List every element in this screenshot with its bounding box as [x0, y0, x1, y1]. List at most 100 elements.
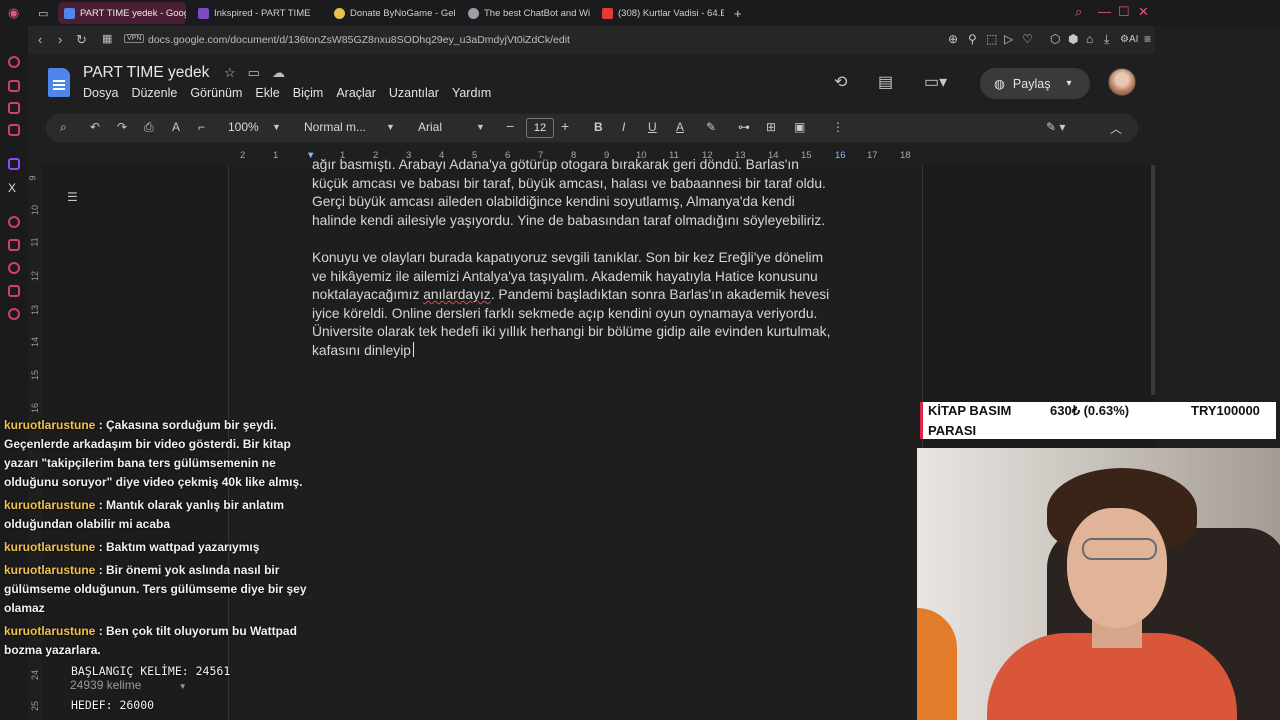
share-label: Paylaş	[1012, 76, 1051, 91]
share-button[interactable]: ◍ Paylaş ▾	[980, 68, 1090, 99]
document-title[interactable]: PART TIME yedek	[83, 64, 209, 82]
tab-youtube[interactable]: (308) Kurtlar Vadisi - 64.B	[596, 2, 724, 24]
maximize-icon[interactable]: ☐	[1118, 4, 1130, 20]
ai-button[interactable]: ⚙AI	[1120, 34, 1138, 45]
undo-icon[interactable]: ↶	[90, 120, 100, 134]
zoom-select[interactable]: 100%	[228, 120, 259, 134]
tab-menu-icon[interactable]: ◉	[2, 2, 25, 24]
chevron-down-icon[interactable]: ▼	[386, 122, 395, 132]
text-color-icon[interactable]: A	[676, 120, 684, 134]
close-window-icon[interactable]: ✕	[1138, 4, 1149, 20]
donation-goal: TRY100000	[1191, 403, 1260, 418]
aria-icon[interactable]	[8, 56, 20, 68]
redo-icon[interactable]: ↷	[117, 120, 127, 134]
link-icon[interactable]: ⊶	[738, 120, 750, 134]
menu-extensions[interactable]: Uzantılar	[389, 86, 439, 100]
cloud-status-icon[interactable]: ☁	[272, 65, 297, 80]
donation-label: PARASI	[928, 423, 977, 438]
sidebar-app-icon[interactable]	[8, 239, 20, 251]
style-select[interactable]: Normal m...	[304, 120, 366, 134]
add-comment-icon[interactable]: ⊞	[766, 120, 776, 134]
back-icon[interactable]: ‹	[38, 32, 42, 47]
chevron-down-icon[interactable]: ▼	[272, 122, 281, 132]
menu-help[interactable]: Yardım	[452, 86, 491, 100]
search-tabs-icon[interactable]: ⌕	[1075, 4, 1082, 20]
menu-view[interactable]: Görünüm	[190, 86, 242, 100]
download-icon[interactable]: ⤓	[1104, 32, 1109, 47]
play-icon[interactable]: ▷	[1004, 32, 1013, 46]
font-select[interactable]: Arial	[418, 120, 442, 134]
reload-icon[interactable]: ↻	[76, 32, 87, 48]
tab-label: The best ChatBot and Wi	[484, 7, 590, 19]
extension-icon[interactable]: ⬢	[1068, 32, 1078, 46]
menu-insert[interactable]: Ekle	[255, 86, 279, 100]
avatar[interactable]	[1108, 68, 1136, 96]
italic-icon[interactable]: I	[622, 120, 625, 134]
tab-chatbot[interactable]: The best ChatBot and Wi	[462, 2, 590, 24]
font-size-input[interactable]: 12	[526, 118, 554, 138]
sidebar-app-icon[interactable]	[8, 124, 20, 136]
spelling-error[interactable]: anılardayız	[423, 287, 491, 302]
version-history-icon[interactable]: ⟲	[834, 72, 847, 92]
collapse-icon[interactable]: ︿	[1110, 120, 1122, 137]
highlight-icon[interactable]: ✎	[706, 120, 716, 134]
twitch-icon[interactable]	[8, 158, 20, 170]
chevron-down-icon[interactable]: ▼	[476, 122, 485, 132]
forward-icon[interactable]: ›	[58, 32, 62, 47]
sidebar-app-icon[interactable]	[8, 102, 20, 114]
wallet-icon[interactable]: ⌂	[1086, 32, 1093, 46]
tab-bynogame[interactable]: Donate ByNoGame - Geli	[328, 2, 456, 24]
meet-icon[interactable]: ▭▾	[924, 72, 947, 92]
bookmark-icon[interactable]: ♡	[1022, 32, 1033, 46]
text-run: . Pandemi başladıktan sonra Barlas'ın ak…	[490, 287, 830, 303]
ruler-tick: 25	[30, 700, 41, 712]
star-icon[interactable]: ☆	[224, 65, 248, 80]
new-tab-icon[interactable]: +	[728, 2, 748, 24]
more-icon[interactable]: ⋮	[832, 120, 844, 134]
chat-message: kuruotlarustune : Bir önemi yok aslında …	[4, 561, 314, 618]
menu-tools[interactable]: Araçlar	[336, 86, 376, 100]
menu-format[interactable]: Biçim	[293, 86, 324, 100]
sidebar-app-icon[interactable]	[8, 80, 20, 92]
easy-setup-icon[interactable]: ≡	[1144, 32, 1151, 46]
sidebar-app-icon[interactable]	[8, 216, 20, 228]
url-field[interactable]: docs.google.com/document/d/136tonZsW85GZ…	[148, 34, 570, 46]
chat-message: kuruotlarustune : Çakasına sorduğum bir …	[4, 416, 314, 492]
vpn-badge[interactable]: VPN	[124, 34, 145, 43]
decrease-font-icon[interactable]: −	[506, 118, 514, 134]
underline-icon[interactable]: U	[648, 120, 657, 134]
move-folder-icon[interactable]: ▭	[248, 65, 272, 80]
insert-image-icon[interactable]: ▣	[794, 120, 805, 134]
increase-font-icon[interactable]: +	[561, 118, 569, 134]
menu-file[interactable]: Dosya	[83, 86, 118, 100]
search-icon[interactable]: ⌕	[60, 120, 67, 135]
minimize-icon[interactable]: —	[1098, 4, 1111, 19]
snapshot-icon[interactable]: ⬚	[986, 32, 997, 46]
extensions-icon[interactable]: ⬡	[1050, 32, 1060, 46]
document-body[interactable]: ağır basmıştı. Arabayı Adana'ya götürüp …	[312, 156, 852, 361]
tab-docs[interactable]: PART TIME yedek - Google	[58, 2, 186, 24]
spellcheck-icon[interactable]: A	[172, 120, 180, 134]
settings-icon[interactable]	[8, 308, 20, 320]
tab-switch-icon[interactable]: ▦	[102, 32, 112, 45]
tab-overview-icon[interactable]: ▭	[32, 2, 54, 24]
editing-mode-icon[interactable]: ✎ ▾	[1046, 120, 1065, 134]
sidebar-app-icon[interactable]	[8, 285, 20, 297]
zoom-icon[interactable]: ⊕	[948, 32, 958, 46]
docs-logo-icon[interactable]	[48, 68, 70, 97]
scrollbar[interactable]	[1151, 165, 1155, 395]
x-icon[interactable]: X	[8, 181, 20, 195]
pin-icon[interactable]: ⚲	[968, 32, 977, 46]
ruler-tick: 10	[30, 204, 41, 216]
tab-inkspired[interactable]: Inkspired - PART TIME	[192, 2, 322, 24]
docs-header: PART TIME yedek ☆▭☁ Dosya Düzenle Görünü…	[28, 54, 1155, 114]
bold-icon[interactable]: B	[594, 120, 603, 134]
chevron-down-icon[interactable]: ▾	[1066, 78, 1071, 89]
comments-icon[interactable]: ▤	[878, 72, 893, 92]
print-icon[interactable]: ⎙	[144, 120, 154, 135]
menu-edit[interactable]: Düzenle	[131, 86, 177, 100]
browser-tab-bar: ◉ ▭ PART TIME yedek - Google Inkspired -…	[0, 0, 1280, 26]
outline-icon[interactable]: ☰	[67, 190, 78, 204]
paint-format-icon[interactable]: ⌐	[198, 120, 205, 134]
history-icon[interactable]	[8, 262, 20, 274]
